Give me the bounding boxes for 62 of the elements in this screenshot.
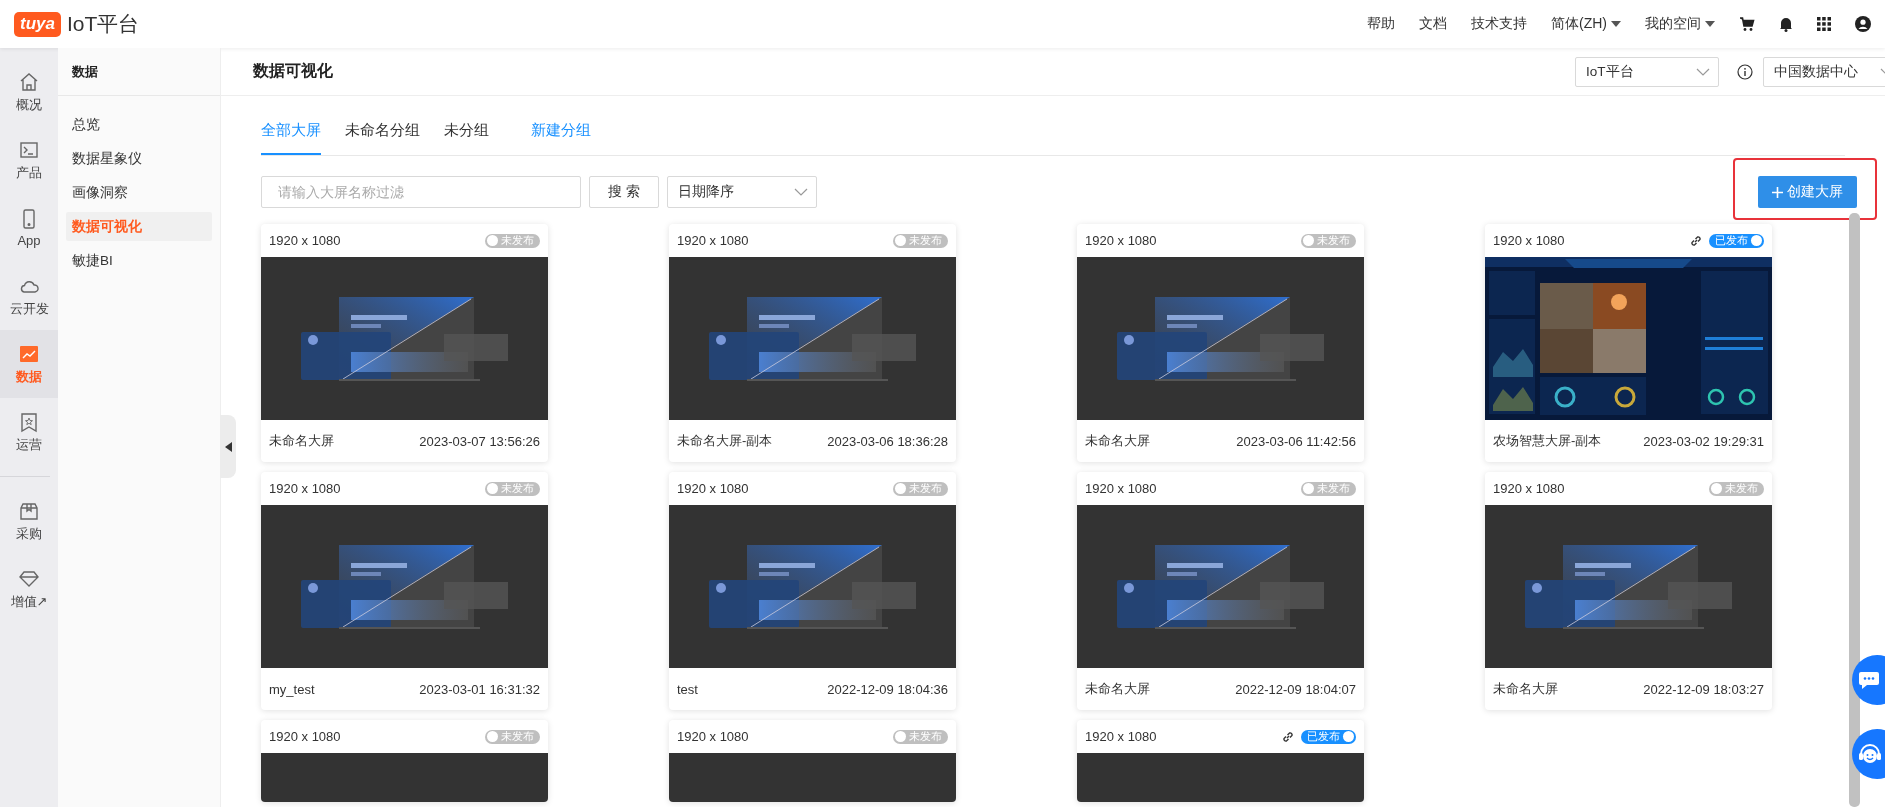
screen-name: 未命名大屏 [1085,432,1150,450]
nav-link[interactable]: 帮助 [1367,15,1395,33]
screen-card[interactable]: 1920 x 1080 已发布 [1077,720,1364,802]
subnav-item[interactable]: 数据星象仪 [66,144,212,173]
screen-name: test [677,681,698,697]
search-field[interactable]: 请输入大屏名称过滤 [261,176,581,208]
region-select[interactable]: 中国数据中心 [1763,56,1885,87]
screen-date: 2023-03-06 18:36:28 [827,433,948,449]
screen-card[interactable]: 1920 x 1080 未发布 [261,720,548,802]
nav-link[interactable]: 文档 [1419,15,1447,33]
screen-date: 2022-12-09 18:04:07 [1235,681,1356,697]
screen-size: 1920 x 1080 [1085,481,1158,496]
screen-card[interactable]: 1920 x 1080 未发布 test 2022-12-09 18:04:36 [669,472,956,710]
screen-date: 2023-03-01 16:31:32 [419,681,540,697]
rail-item[interactable]: 云开发 [0,262,58,330]
dropdown-menu[interactable]: 简体(ZH) [1551,15,1621,33]
rail-item[interactable]: App [0,194,58,262]
search-button[interactable]: 搜 索 [589,176,659,208]
screen-size: 1920 x 1080 [677,729,750,744]
screen-date: 2023-03-07 13:56:26 [419,433,540,449]
screen-card[interactable]: 1920 x 1080 未发布 [669,720,956,802]
screen-name: 农场智慧大屏-副本 [1493,432,1602,450]
screen-size: 1920 x 1080 [1085,233,1158,248]
screen-name: 未命名大屏 [1493,680,1558,698]
dropdown-menu[interactable]: 我的空间 [1645,15,1715,33]
screen-date: 2022-12-09 18:04:36 [827,681,948,697]
screen-size: 1920 x 1080 [677,233,750,248]
tab[interactable]: 未分组 [444,121,489,155]
screen-size: 1920 x 1080 [677,481,750,496]
subnav-item[interactable]: 总览 [66,110,212,139]
screen-size: 1920 x 1080 [1493,481,1566,496]
screen-card[interactable]: 1920 x 1080 未发布 未命名大屏 2022-12-09 18:03:27 [1485,472,1772,710]
rail-item[interactable]: 概况 [0,58,58,126]
screen-name: 未命名大屏-副本 [677,432,773,450]
screen-size: 1920 x 1080 [269,481,342,496]
section-title: 数据 [58,48,220,96]
screen-card[interactable]: 1920 x 1080 未发布 未命名大屏 2022-12-09 18:04:07 [1077,472,1364,710]
screen-name: 未命名大屏 [269,432,334,450]
tab[interactable]: 未命名分组 [345,121,420,155]
screen-date: 2023-03-02 19:29:31 [1643,433,1764,449]
rail-item[interactable]: 增值↗ [0,555,58,623]
subnav-item[interactable]: 画像洞察 [66,178,212,207]
rail-item[interactable]: 运营 [0,398,58,466]
screen-name: 未命名大屏 [1085,680,1150,698]
platform-select[interactable]: IoT平台 [1575,56,1719,87]
screen-card[interactable]: 1920 x 1080 未发布 my_test 2023-03-01 16:31:32 [261,472,548,710]
screen-size: 1920 x 1080 [269,233,342,248]
screen-name: my_test [269,681,315,697]
screen-card[interactable]: 1920 x 1080 已发布 农场智慧大屏-副本 2023-03-02 19:29:31 [1485,224,1772,462]
screen-date: 2022-12-09 18:03:27 [1643,681,1764,697]
subnav-item[interactable]: 敏捷BI [66,246,212,275]
rail-item[interactable]: 采购 [0,487,58,555]
logo-text[interactable]: IoT平台 [66,10,1367,38]
screen-size: 1920 x 1080 [1085,729,1158,744]
screen-date: 2023-03-06 11:42:56 [1236,433,1356,449]
screen-card[interactable]: 1920 x 1080 未发布 未命名大屏 2023-03-06 11:42:56 [1077,224,1364,462]
page-title: 数据可视化 [253,61,334,81]
nav-link[interactable]: 技术支持 [1471,15,1527,33]
screen-size: 1920 x 1080 [269,729,342,744]
screen-size: 1920 x 1080 [1493,233,1566,248]
rail-item[interactable]: 产品 [0,126,58,194]
sort-select[interactable]: 日期降序 [666,176,817,208]
